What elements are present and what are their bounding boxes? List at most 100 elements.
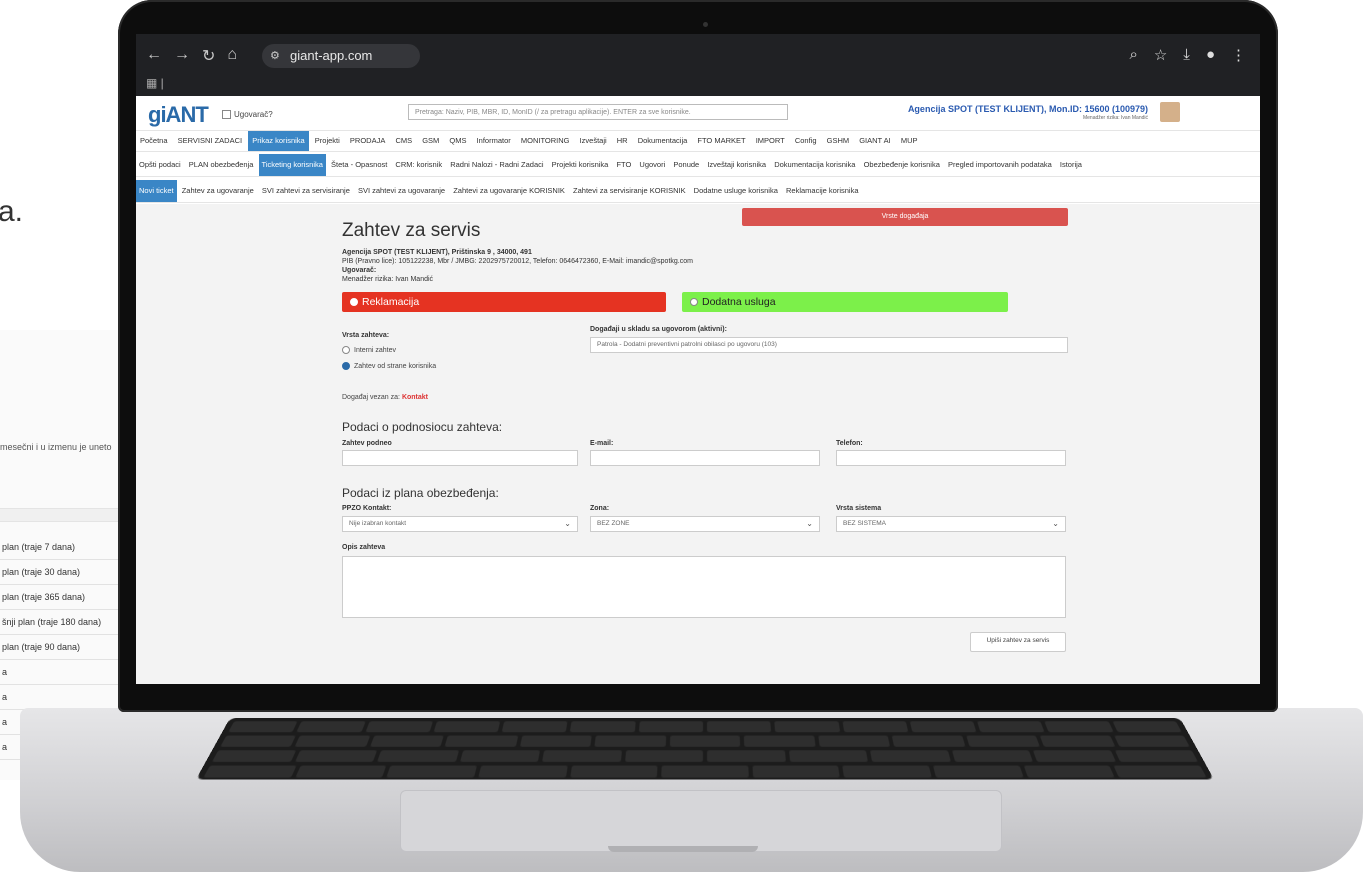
submenu-item-active[interactable]: Ticketing korisnika [258, 154, 326, 176]
client-address: Agencija SPOT (TEST KLIJENT), Prištinska… [342, 249, 532, 256]
submenu-item[interactable]: Izveštaji korisnika [704, 154, 769, 176]
ticketing-tab[interactable]: Zahtev za ugovaranje [179, 180, 257, 202]
home-icon[interactable]: ⌂ [227, 46, 237, 66]
ugovarac-checkbox[interactable]: Ugovarač? [222, 110, 273, 120]
submenu-item[interactable]: Obezbeđenje korisnika [861, 154, 943, 176]
submenu-item[interactable]: Dokumentacija korisnika [771, 154, 858, 176]
events-label: Događaji u skladu sa ugovorom (aktivni): [590, 326, 727, 333]
menu-item[interactable]: IMPORT [752, 131, 789, 151]
menu-item[interactable]: Config [791, 131, 821, 151]
menu-item-active[interactable]: Prikaz korisnika [248, 131, 309, 151]
keyboard [195, 718, 1215, 780]
webcam [703, 22, 708, 27]
menu-item[interactable]: FTO MARKET [693, 131, 749, 151]
checkbox-icon[interactable] [222, 110, 231, 120]
submenu-item[interactable]: PLAN obezbeđenja [186, 154, 257, 176]
chevron-down-icon: ⌄ [806, 519, 813, 528]
request-type-internal[interactable]: Interni zahtev [342, 346, 396, 354]
site-settings-icon[interactable]: ⚙ [270, 44, 280, 68]
zoom-icon[interactable]: ⌕ [1129, 46, 1137, 64]
request-type-client[interactable]: Zahtev od strane korisnika [342, 362, 436, 370]
submenu-item[interactable]: Ugovori [636, 154, 668, 176]
app-header: giANT Ugovarač? Pretraga: Naziv, PIB, MB… [136, 96, 1260, 130]
reload-icon[interactable]: ↻ [202, 46, 215, 66]
ticketing-tab[interactable]: Dodatne usluge korisnika [691, 180, 781, 202]
avatar[interactable] [1160, 102, 1180, 122]
search-input[interactable]: Pretraga: Naziv, PIB, MBR, ID, MonID (/ … [408, 104, 788, 120]
ugovarac-label: Ugovarač? [234, 110, 273, 119]
menu-item[interactable]: GSHM [823, 131, 854, 151]
app-logo[interactable]: giANT [148, 102, 209, 128]
menu-icon[interactable]: ⋮ [1231, 46, 1246, 64]
sistem-value: BEZ SISTEMA [843, 520, 886, 527]
ticketing-tab[interactable]: Zahtevi za servisiranje KORISNIK [570, 180, 689, 202]
telefon-label: Telefon: [836, 440, 863, 447]
zona-select[interactable]: BEZ ZONE ⌄ [590, 516, 820, 532]
menu-item[interactable]: GIANT AI [855, 131, 895, 151]
menu-item[interactable]: Izveštaji [576, 131, 611, 151]
ticketing-tab[interactable]: SVI zahtevi za ugovaranje [355, 180, 448, 202]
telefon-field[interactable] [836, 450, 1066, 466]
radio-icon[interactable] [342, 362, 350, 370]
menu-item[interactable]: Dokumentacija [634, 131, 692, 151]
menu-item[interactable]: PRODAJA [346, 131, 389, 151]
menu-item[interactable]: MUP [897, 131, 922, 151]
submenu-item[interactable]: Pregled importovanih podataka [945, 154, 1055, 176]
events-field[interactable]: Patrola - Dodatni preventivni patrolni o… [590, 337, 1068, 353]
reklamacija-label: Reklamacija [362, 296, 420, 308]
submenu-item[interactable]: Projekti korisnika [549, 154, 612, 176]
opis-textarea[interactable] [342, 556, 1066, 618]
submenu-item[interactable]: FTO [613, 154, 634, 176]
reklamacija-option[interactable]: Reklamacija [342, 292, 666, 312]
ticketing-submenu: Novi ticket Zahtev za ugovaranje SVI zah… [136, 180, 1260, 203]
laptop-notch [608, 846, 758, 852]
radio-icon[interactable] [690, 298, 698, 307]
agency-title[interactable]: Agencija SPOT (TEST KLIJENT), Mon.ID: 15… [908, 104, 1148, 114]
sistem-select[interactable]: BEZ SISTEMA ⌄ [836, 516, 1066, 532]
menu-item[interactable]: GSM [418, 131, 443, 151]
menu-item[interactable]: CMS [391, 131, 416, 151]
agency-subtitle: Menadžer rizika: Ivan Mandić [1082, 115, 1148, 121]
address-bar[interactable]: ⚙ giant-app.com [262, 44, 420, 68]
submenu-item[interactable]: Radni Nalozi - Radni Zadaci [447, 154, 546, 176]
zahtev-podneo-label: Zahtev podneo [342, 440, 392, 447]
radio-icon[interactable] [342, 346, 350, 354]
apps-icon[interactable]: ▦ | [146, 76, 164, 90]
trackpad [400, 790, 1002, 852]
menu-item[interactable]: HR [613, 131, 632, 151]
submenu-item[interactable]: Šteta - Opasnost [328, 154, 390, 176]
ppzo-value: Nije izabran kontakt [349, 520, 407, 527]
menu-item[interactable]: Projekti [311, 131, 344, 151]
menu-item[interactable]: SERVISNI ZADACI [174, 131, 246, 151]
radio-icon[interactable] [350, 298, 358, 307]
kontakt-link[interactable]: Kontakt [402, 394, 428, 401]
ticketing-tab[interactable]: SVI zahtevi za servisiranje [259, 180, 353, 202]
ppzo-select[interactable]: Nije izabran kontakt ⌄ [342, 516, 578, 532]
applicant-section-title: Podaci o podnosiocu zahteva: [342, 420, 503, 434]
profile-icon[interactable]: ● [1206, 46, 1215, 64]
submit-request-button[interactable]: Upiši zahtev za servis [970, 632, 1066, 652]
menu-item[interactable]: Informator [473, 131, 515, 151]
submenu-item[interactable]: Ponude [670, 154, 702, 176]
service-request-form: Zahtev za servis Vrste događaja Agencija… [336, 204, 1068, 684]
submenu-item[interactable]: Istorija [1057, 154, 1085, 176]
menu-item[interactable]: Početna [136, 131, 172, 151]
dodatna-usluga-option[interactable]: Dodatna usluga [682, 292, 1008, 312]
back-icon[interactable]: ← [146, 46, 162, 66]
download-icon[interactable]: ⤓ [1183, 46, 1190, 64]
zahtev-podneo-input[interactable] [342, 450, 578, 466]
ticketing-tab[interactable]: Reklamacije korisnika [783, 180, 862, 202]
event-types-button[interactable]: Vrste događaja [742, 208, 1068, 226]
tab-novi-ticket[interactable]: Novi ticket [136, 180, 177, 202]
main-menu: Početna SERVISNI ZADACI Prikaz korisnika… [136, 130, 1260, 152]
page-title: Zahtev za servis [342, 220, 481, 241]
star-icon[interactable]: ☆ [1154, 46, 1167, 64]
submenu-item[interactable]: CRM: korisnik [392, 154, 445, 176]
sistem-label: Vrsta sistema [836, 505, 882, 512]
menu-item[interactable]: MONITORING [517, 131, 574, 151]
ticketing-tab[interactable]: Zahtevi za ugovaranje KORISNIK [450, 180, 568, 202]
forward-icon[interactable]: → [174, 46, 190, 66]
email-field[interactable] [590, 450, 820, 466]
submenu-item[interactable]: Opšti podaci [136, 154, 184, 176]
menu-item[interactable]: QMS [445, 131, 470, 151]
